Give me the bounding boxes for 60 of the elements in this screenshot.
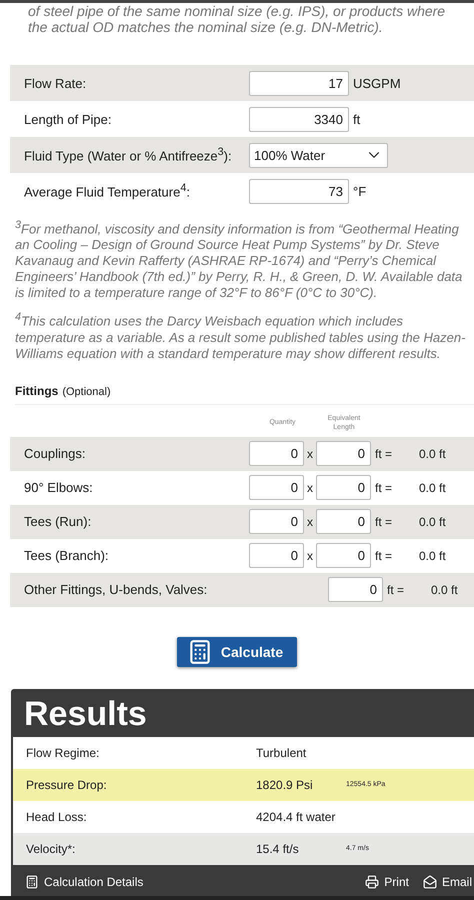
equals-label: ft =: [374, 548, 394, 563]
total-length: 0.0 ft: [431, 582, 458, 597]
email-link[interactable]: Email: [422, 874, 472, 889]
intro-text: of steel pipe of the same nominal size (e.g. IPS), or products where the actual OD matches the nominal size (e.g. DN-Metric).: [27, 3, 446, 35]
unit-label: USGPM: [353, 76, 401, 90]
times-sign: x: [306, 446, 314, 461]
total-length: 0.0 ft: [419, 548, 446, 563]
results-title: Results: [23, 694, 148, 735]
result-label: Head Loss:: [26, 810, 88, 824]
field-label: Average Fluid Temperature$^{4}$:: [24, 182, 191, 200]
printer-icon: [365, 874, 380, 889]
length-field[interactable]: 0: [316, 509, 371, 534]
fitting-label: 90° Elbows:: [24, 480, 94, 496]
result-value: 1820.9 Psi: [256, 778, 314, 792]
equals-label: ft =: [374, 446, 394, 461]
equals-label: ft =: [374, 480, 394, 495]
calculate-button[interactable]: Calculate: [176, 636, 298, 667]
total-length: 0.0 ft: [419, 514, 446, 529]
length-field[interactable]: 0: [316, 475, 371, 500]
fitting-label: Other Fittings, U-bends, Valves:: [24, 582, 208, 598]
equals-label: ft =: [386, 582, 406, 597]
length-field[interactable]: 0: [316, 441, 371, 466]
result-label: Pressure Drop:: [26, 778, 108, 792]
unit-label: ft: [353, 112, 360, 126]
print-link[interactable]: Print: [365, 874, 409, 889]
envelope-icon: [422, 874, 437, 889]
result-label: Velocity*:: [26, 842, 76, 856]
times-sign: x: [306, 480, 314, 495]
fluid-type-select[interactable]: 100% Water: [249, 142, 388, 168]
equals-label: ft =: [374, 514, 394, 529]
quantity-field[interactable]: 0: [249, 543, 304, 568]
section-note: (Optional): [62, 386, 111, 398]
times-sign: x: [306, 548, 314, 563]
field-label: Flow Rate:: [24, 76, 88, 90]
length-field[interactable]: 0: [328, 577, 383, 602]
unit-label: °F: [353, 184, 366, 198]
total-length: 0.0 ft: [419, 446, 446, 461]
footnote-text: $^{4}$This calculation uses the Darcy Weisbach equation which includes temperature as a variable. As a result some published tables using the Hazen-Williams equation with a standard temperature may show different results.: [15, 310, 466, 362]
calculation-details-link[interactable]: Calculation Details: [25, 874, 144, 889]
result-label: Flow Regime:: [26, 746, 100, 760]
total-length: 0.0 ft: [419, 480, 446, 495]
field-label: Fluid Type (Water or % Antifreeze$^{3}$):: [24, 146, 233, 164]
length-field[interactable]: 0: [316, 543, 371, 568]
fitting-label: Tees (Branch):: [24, 548, 110, 564]
field-label: Length of Pipe:: [24, 112, 112, 126]
calculator-icon: [25, 874, 39, 889]
quantity-field[interactable]: 0: [249, 441, 304, 466]
input-field[interactable]: 17: [249, 70, 349, 96]
times-sign: x: [306, 514, 314, 529]
input-field[interactable]: 3340: [249, 106, 349, 132]
input-field[interactable]: 73: [249, 178, 349, 204]
section-title: Fittings: [15, 384, 58, 398]
result-value: Turbulent: [256, 746, 308, 760]
fitting-label: Couplings:: [24, 446, 86, 462]
quantity-field[interactable]: 0: [249, 475, 304, 500]
fitting-label: Tees (Run):: [24, 514, 92, 530]
footnote-text: $^{3}$For methanol, viscosity and density information is from “Geothermal Heating an Cooling – Design of Ground Source Heat Pump Systems” by Dr. Steve Kavanaug and Kevin Rafferty (ASHRAE RP-1674) and “Perry’s Chemical Engineers’ Handbook (7th ed.)” by Perry, R. H., & Green, D. W. Available data is limited to a temperature range of 32°F to 86°F (0°C to 30°C).: [15, 218, 464, 302]
quantity-field[interactable]: 0: [249, 509, 304, 534]
result-value: 4204.4 ft water: [256, 810, 336, 824]
result-value: 15.4 ft/s: [256, 842, 300, 856]
